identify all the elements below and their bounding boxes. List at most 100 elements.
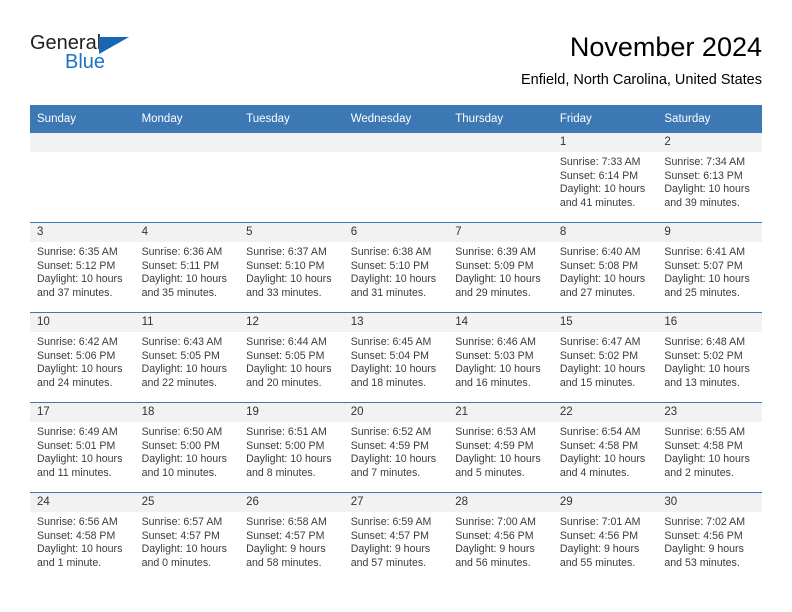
sunset-text: Sunset: 5:10 PM: [246, 259, 325, 272]
day-number: 12: [239, 313, 344, 332]
calendar-body: 1 Sunrise: 7:33 AM Sunset: 6:14 PM Daylight…: [30, 133, 762, 582]
weekday-header-friday: Friday: [552, 105, 658, 133]
day-cell: 3 Sunrise: 6:35 AM Sunset: 5:12 PM Daylight…: [30, 222, 135, 313]
day-number: 15: [552, 313, 658, 332]
day-cell: 2 Sunrise: 7:34 AM Sunset: 6:13 PM Daylight…: [657, 133, 762, 223]
day-number: 25: [134, 493, 240, 512]
daylight-text: Daylight: 10 hours and 33 minutes.: [246, 273, 332, 299]
day-cell: 21 Sunrise: 6:53 AM Sunset: 4:59 PM Dayligh…: [448, 402, 553, 493]
sunset-text: Sunset: 5:12 PM: [37, 259, 116, 272]
day-cell-inner[interactable]: 28 Sunrise: 7:00 AM Sunset: 4:56 PM Dayligh…: [448, 493, 553, 582]
day-cell: 28 Sunrise: 7:00 AM Sunset: 4:56 PM Dayligh…: [448, 492, 553, 582]
sunrise-text: Sunrise: 6:41 AM: [664, 246, 746, 258]
daylight-text: Daylight: 10 hours and 16 minutes.: [455, 363, 541, 389]
day-details: Sunrise: 6:46 AM Sunset: 5:03 PM Daylight:…: [448, 332, 553, 390]
sunrise-text: Sunrise: 7:33 AM: [559, 156, 641, 168]
daylight-text: Daylight: 10 hours and 2 minutes.: [664, 453, 750, 479]
day-cell-inner[interactable]: 30 Sunrise: 7:02 AM Sunset: 4:56 PM Dayligh…: [657, 493, 762, 582]
daylight-text: Daylight: 10 hours and 41 minutes.: [559, 183, 646, 209]
day-cell-inner[interactable]: 5 Sunrise: 6:37 AM Sunset: 5:10 PM Daylight…: [239, 223, 344, 312]
day-cell-inner[interactable]: 23 Sunrise: 6:55 AM Sunset: 4:58 PM Dayligh…: [657, 403, 762, 492]
day-cell-inner[interactable]: 4 Sunrise: 6:36 AM Sunset: 5:11 PM Daylight…: [134, 223, 240, 312]
day-cell-inner[interactable]: 26 Sunrise: 6:58 AM Sunset: 4:57 PM Dayligh…: [239, 493, 344, 582]
day-cell: 11 Sunrise: 6:43 AM Sunset: 5:05 PM Dayligh…: [134, 312, 240, 403]
daylight-text: Daylight: 10 hours and 35 minutes.: [141, 273, 227, 299]
day-cell-inner[interactable]: 13 Sunrise: 6:45 AM Sunset: 5:04 PM Dayligh…: [343, 313, 449, 402]
day-details: Sunrise: 6:54 AM Sunset: 4:58 PM Daylight:…: [553, 422, 658, 480]
day-cell-inner[interactable]: 11 Sunrise: 6:43 AM Sunset: 5:05 PM Dayligh…: [134, 313, 240, 402]
day-cell-inner[interactable]: 2 Sunrise: 7:34 AM Sunset: 6:13 PM Daylight…: [657, 133, 762, 222]
daylight-text: Daylight: 10 hours and 5 minutes.: [455, 453, 541, 479]
day-cell: [239, 133, 344, 223]
day-cell-inner[interactable]: 16 Sunrise: 6:48 AM Sunset: 5:02 PM Dayligh…: [657, 313, 762, 402]
day-number: [30, 133, 135, 152]
day-cell-inner[interactable]: [343, 133, 449, 222]
day-cell-inner[interactable]: [239, 133, 344, 222]
daylight-text: Daylight: 9 hours and 53 minutes.: [664, 543, 744, 569]
daylight-text: Daylight: 10 hours and 24 minutes.: [37, 363, 123, 389]
sunrise-text: Sunrise: 6:48 AM: [664, 336, 746, 348]
sunset-text: Sunset: 5:05 PM: [246, 349, 325, 362]
sunset-text: Sunset: 5:08 PM: [559, 259, 639, 272]
day-cell: [30, 133, 135, 223]
day-cell-inner[interactable]: 19 Sunrise: 6:51 AM Sunset: 5:00 PM Dayligh…: [239, 403, 344, 492]
day-cell-inner[interactable]: 7 Sunrise: 6:39 AM Sunset: 5:09 PM Daylight…: [448, 223, 553, 312]
general-blue-logo[interactable]: General Blue: [30, 32, 150, 80]
daylight-text: Daylight: 9 hours and 58 minutes.: [246, 543, 326, 569]
day-cell: [448, 133, 553, 223]
day-cell-inner[interactable]: 3 Sunrise: 6:35 AM Sunset: 5:12 PM Daylight…: [30, 223, 135, 312]
day-number: 14: [448, 313, 553, 332]
day-cell-inner[interactable]: 25 Sunrise: 6:57 AM Sunset: 4:57 PM Dayligh…: [134, 493, 240, 582]
day-details: Sunrise: 6:39 AM Sunset: 5:09 PM Daylight:…: [448, 242, 553, 300]
day-cell-inner[interactable]: 18 Sunrise: 6:50 AM Sunset: 5:00 PM Dayligh…: [134, 403, 240, 492]
sunrise-text: Sunrise: 6:44 AM: [246, 336, 327, 348]
day-details: Sunrise: 6:45 AM Sunset: 5:04 PM Daylight:…: [344, 332, 449, 390]
day-cell-inner[interactable]: [30, 133, 135, 222]
day-cell-inner[interactable]: 21 Sunrise: 6:53 AM Sunset: 4:59 PM Dayligh…: [448, 403, 553, 492]
day-number: 4: [134, 223, 240, 242]
sunrise-text: Sunrise: 6:46 AM: [455, 336, 536, 348]
weekday-header-thursday: Thursday: [448, 105, 553, 133]
day-details: Sunrise: 6:38 AM Sunset: 5:10 PM Daylight:…: [344, 242, 449, 300]
day-cell-inner[interactable]: [134, 133, 240, 222]
daylight-text: Daylight: 10 hours and 22 minutes.: [141, 363, 227, 389]
sunset-text: Sunset: 5:10 PM: [350, 259, 430, 272]
day-details: Sunrise: 6:58 AM Sunset: 4:57 PM Daylight:…: [239, 512, 344, 570]
day-cell-inner[interactable]: 14 Sunrise: 6:46 AM Sunset: 5:03 PM Dayligh…: [448, 313, 553, 402]
sunrise-text: Sunrise: 6:52 AM: [350, 426, 432, 438]
day-cell-inner[interactable]: 6 Sunrise: 6:38 AM Sunset: 5:10 PM Daylight…: [343, 223, 449, 312]
day-cell-inner[interactable]: [448, 133, 553, 222]
day-cell-inner[interactable]: 20 Sunrise: 6:52 AM Sunset: 4:59 PM Dayligh…: [343, 403, 449, 492]
day-cell-inner[interactable]: 12 Sunrise: 6:44 AM Sunset: 5:05 PM Dayligh…: [239, 313, 344, 402]
day-cell: 7 Sunrise: 6:39 AM Sunset: 5:09 PM Daylight…: [448, 222, 553, 313]
weekday-header-saturday: Saturday: [657, 105, 762, 133]
day-cell: 1 Sunrise: 7:33 AM Sunset: 6:14 PM Daylight…: [552, 133, 658, 223]
day-cell-inner[interactable]: 1 Sunrise: 7:33 AM Sunset: 6:14 PM Daylight…: [552, 133, 658, 222]
sunrise-text: Sunrise: 6:43 AM: [141, 336, 223, 348]
day-number: 17: [30, 403, 135, 422]
daylight-text: Daylight: 10 hours and 7 minutes.: [350, 453, 437, 479]
daylight-text: Daylight: 10 hours and 8 minutes.: [246, 453, 332, 479]
day-number: 13: [343, 313, 449, 332]
day-number: 29: [552, 493, 658, 512]
day-details: Sunrise: 6:40 AM Sunset: 5:08 PM Daylight:…: [553, 242, 658, 300]
sunrise-text: Sunrise: 6:55 AM: [664, 426, 746, 438]
day-cell-inner[interactable]: 27 Sunrise: 6:59 AM Sunset: 4:57 PM Dayligh…: [343, 493, 449, 582]
day-cell: 23 Sunrise: 6:55 AM Sunset: 4:58 PM Dayligh…: [657, 402, 762, 493]
day-cell-inner[interactable]: 8 Sunrise: 6:40 AM Sunset: 5:08 PM Daylight…: [552, 223, 658, 312]
day-cell-inner[interactable]: 15 Sunrise: 6:47 AM Sunset: 5:02 PM Dayligh…: [552, 313, 658, 402]
day-cell-inner[interactable]: 22 Sunrise: 6:54 AM Sunset: 4:58 PM Dayligh…: [552, 403, 658, 492]
sunrise-text: Sunrise: 6:49 AM: [37, 426, 118, 438]
day-cell-inner[interactable]: 24 Sunrise: 6:56 AM Sunset: 4:58 PM Dayligh…: [30, 493, 135, 582]
day-cell-inner[interactable]: 9 Sunrise: 6:41 AM Sunset: 5:07 PM Daylight…: [657, 223, 762, 312]
day-cell-inner[interactable]: 17 Sunrise: 6:49 AM Sunset: 5:01 PM Dayligh…: [30, 403, 135, 492]
day-cell: 24 Sunrise: 6:56 AM Sunset: 4:58 PM Dayligh…: [30, 492, 135, 582]
sunset-text: Sunset: 4:57 PM: [246, 529, 325, 542]
sunset-text: Sunset: 5:06 PM: [37, 349, 116, 362]
day-cell-inner[interactable]: 29 Sunrise: 7:01 AM Sunset: 4:56 PM Dayligh…: [552, 493, 658, 582]
sunset-text: Sunset: 4:58 PM: [37, 529, 116, 542]
day-cell: 19 Sunrise: 6:51 AM Sunset: 5:00 PM Dayligh…: [239, 402, 344, 493]
calendar-grid: Sunday Monday Tuesday Wednesday Thursday…: [30, 105, 762, 582]
day-details: Sunrise: 6:48 AM Sunset: 5:02 PM Daylight:…: [657, 332, 762, 390]
day-cell-inner[interactable]: 10 Sunrise: 6:42 AM Sunset: 5:06 PM Dayligh…: [30, 313, 135, 402]
